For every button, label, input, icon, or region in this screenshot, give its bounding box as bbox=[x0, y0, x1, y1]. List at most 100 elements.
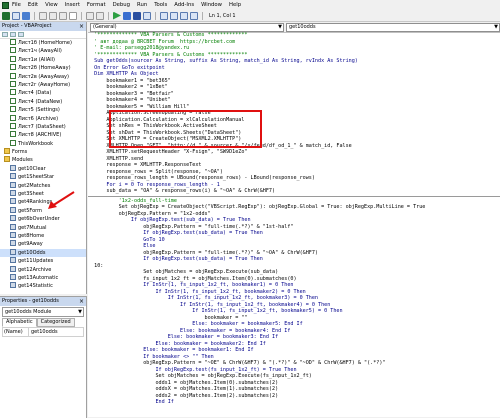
sheet-icon bbox=[10, 89, 16, 96]
tree-item-module[interactable]: get10Odds bbox=[0, 248, 86, 258]
tree-item-sheet[interactable]: Лист8 (ARCHIVE) bbox=[0, 131, 86, 139]
menu-insert[interactable]: Insert bbox=[65, 2, 80, 8]
tree-item-sheet[interactable]: ThisWorkbook bbox=[0, 139, 86, 148]
insert-module-icon[interactable] bbox=[12, 11, 20, 20]
paste-icon[interactable] bbox=[59, 11, 67, 20]
tree-item-module[interactable]: get11Updates bbox=[0, 257, 86, 265]
toggle-folders-icon[interactable] bbox=[18, 32, 24, 37]
tree-item-label: Forms bbox=[12, 149, 28, 156]
tree-item-module[interactable]: get12Archive bbox=[0, 265, 86, 274]
reset-icon[interactable] bbox=[133, 11, 141, 20]
tree-item-folder[interactable]: Modules bbox=[0, 156, 86, 164]
tree-item-label: get2Matches bbox=[18, 182, 51, 189]
find-icon[interactable] bbox=[69, 11, 77, 20]
tree-item-label: get12Archive bbox=[18, 266, 52, 273]
tree-item-sheet[interactable]: Лист1и (AllAll) bbox=[0, 55, 86, 64]
project-explorer-icon[interactable] bbox=[160, 11, 168, 20]
properties-object-value: get10odds Module bbox=[5, 309, 52, 315]
run-icon[interactable] bbox=[113, 11, 121, 20]
view-code-icon[interactable] bbox=[2, 32, 8, 37]
menu-format[interactable]: Format bbox=[87, 2, 106, 8]
tree-item-label: get11Updates bbox=[18, 258, 54, 265]
menu-run[interactable]: Run bbox=[137, 2, 147, 8]
tree-item-sheet[interactable]: Лист6 (Archive) bbox=[0, 114, 86, 123]
property-value[interactable]: get10odds bbox=[29, 328, 58, 336]
red-highlight-annotation bbox=[109, 110, 262, 148]
tab-alphabetic[interactable]: Alphabetic bbox=[2, 318, 37, 327]
tree-item-sheet[interactable]: Лист4 (DataNew) bbox=[0, 97, 86, 106]
tree-item-sheet[interactable]: Лист1ч (AwayAll) bbox=[0, 47, 86, 55]
tree-item-sheet[interactable]: Лист2б (HomeAway) bbox=[0, 64, 86, 72]
tree-item-module[interactable]: get8Home bbox=[0, 231, 86, 240]
sheet-icon bbox=[10, 72, 16, 79]
object-browser-icon[interactable] bbox=[180, 11, 188, 20]
menu-help[interactable]: Help bbox=[229, 2, 241, 8]
object-combo[interactable]: (General) ▼ bbox=[90, 22, 284, 32]
properties-object-select[interactable]: get10odds Module ▼ bbox=[2, 307, 84, 317]
tree-item-label: Лист4 (DataNew) bbox=[18, 98, 63, 105]
undo-icon[interactable] bbox=[86, 11, 94, 20]
tree-item-sheet[interactable]: Лист5 (Settings) bbox=[0, 106, 86, 114]
tree-item-label: get5Form bbox=[18, 207, 42, 214]
tree-item-module[interactable]: get2Matches bbox=[0, 181, 86, 190]
tree-item-module[interactable]: get7Mutual bbox=[0, 223, 86, 232]
toolbar-separator bbox=[108, 11, 109, 20]
procedure-separator bbox=[88, 195, 500, 197]
menu-edit[interactable]: Edit bbox=[28, 2, 38, 8]
toolbar-separator bbox=[81, 11, 82, 20]
tree-item-label: Лист2г (AwayHome) bbox=[18, 81, 71, 88]
tree-item-sheet[interactable]: Лист4 (Data) bbox=[0, 89, 86, 97]
tree-item-module[interactable]: get1SheetStar bbox=[0, 173, 86, 181]
properties-window-icon[interactable] bbox=[170, 11, 178, 20]
tree-item-sheet[interactable]: Лист2г (AwayHome) bbox=[0, 80, 86, 89]
module-icon bbox=[10, 223, 16, 230]
property-row-name[interactable]: (Name) get10odds bbox=[2, 327, 84, 337]
view-object-icon[interactable] bbox=[10, 32, 16, 37]
folder-icon bbox=[4, 156, 10, 163]
tree-item-sheet[interactable]: Лист2в (AwayAway) bbox=[0, 72, 86, 81]
menu-bar: File Edit View Insert Format Debug Run Tools Add… bbox=[0, 0, 500, 10]
properties-tabs: Alphabetic Categorized bbox=[2, 318, 84, 327]
tree-item-label: get10Odds bbox=[18, 249, 46, 256]
tree-item-label: get14Statistic bbox=[18, 283, 53, 290]
tree-item-module[interactable]: get14Statistic bbox=[0, 282, 86, 290]
menu-file[interactable]: File bbox=[12, 2, 21, 8]
redo-icon[interactable] bbox=[96, 11, 104, 20]
tree-item-label: Лист6 (Archive) bbox=[18, 115, 59, 122]
view-excel-icon[interactable] bbox=[2, 11, 10, 20]
menu-debug[interactable]: Debug bbox=[113, 2, 130, 8]
menu-view[interactable]: View bbox=[45, 2, 58, 8]
close-icon[interactable]: × bbox=[79, 22, 84, 31]
menu-add-ins[interactable]: Add-Ins bbox=[174, 2, 194, 8]
procedure-combo[interactable]: get10odds ▼ bbox=[286, 22, 500, 32]
toolbox-icon[interactable] bbox=[190, 11, 198, 20]
code-window: (General) ▼ get10odds ▼ '************* V… bbox=[88, 22, 500, 417]
close-icon[interactable]: × bbox=[79, 297, 84, 306]
module-icon bbox=[10, 240, 16, 247]
menu-window[interactable]: Window bbox=[201, 2, 222, 8]
tree-item-module[interactable]: get9Away bbox=[0, 240, 86, 248]
menu-tools[interactable]: Tools bbox=[154, 2, 167, 8]
tab-categorized[interactable]: Categorized bbox=[36, 318, 75, 327]
chevron-down-icon: ▼ bbox=[494, 23, 498, 30]
break-icon[interactable] bbox=[123, 11, 131, 20]
module-icon bbox=[10, 265, 16, 272]
code-line[interactable]: sub_data = "OA" & response_rows(i) & "~O… bbox=[88, 188, 500, 195]
code-line[interactable]: End If bbox=[88, 399, 500, 406]
tree-item-module[interactable]: get13Automatic bbox=[0, 273, 86, 282]
tree-item-label: get10Clear bbox=[18, 165, 46, 172]
tree-item-sheet[interactable]: Лист7 (DataSheet) bbox=[0, 122, 86, 131]
design-mode-icon[interactable] bbox=[143, 11, 151, 20]
code-editor[interactable]: '************* VBA Parsers & Customs ***… bbox=[88, 32, 500, 417]
cut-icon[interactable] bbox=[39, 11, 47, 20]
tree-item-module[interactable]: get6bOverUnder bbox=[0, 215, 86, 223]
tree-item-module[interactable]: get10Clear bbox=[0, 164, 86, 173]
excel-icon[interactable] bbox=[2, 1, 9, 9]
copy-icon[interactable] bbox=[49, 11, 57, 20]
tree-item-sheet[interactable]: Лист1б (HomeHome) bbox=[0, 39, 86, 47]
tree-item-folder[interactable]: Forms bbox=[0, 148, 86, 156]
tree-item-label: Лист2в (AwayAway) bbox=[18, 73, 69, 80]
chevron-down-icon: ▼ bbox=[278, 23, 282, 30]
tree-item-label: Modules bbox=[12, 157, 33, 164]
save-icon[interactable] bbox=[22, 11, 30, 20]
